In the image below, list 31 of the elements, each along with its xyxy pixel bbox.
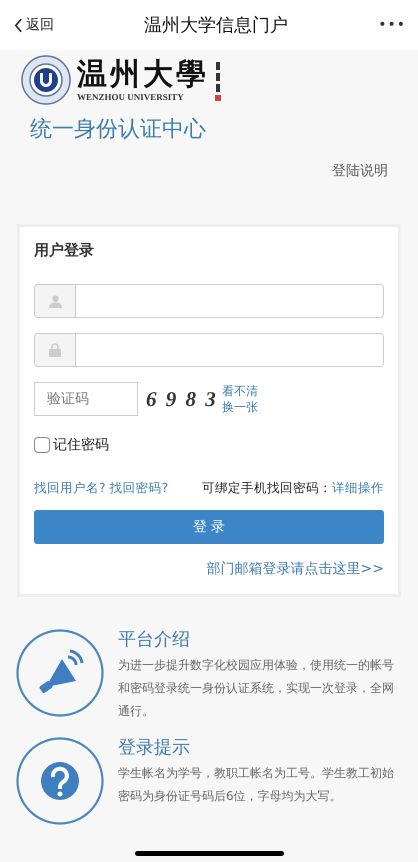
back-button[interactable]: 返回 bbox=[14, 16, 54, 34]
login-button[interactable]: 登 录 bbox=[34, 510, 384, 544]
back-chevron-icon bbox=[14, 18, 23, 32]
lock-icon bbox=[49, 343, 61, 357]
card-title: 用户登录 bbox=[34, 241, 95, 260]
recovery-link[interactable]: 找回用户名? bbox=[34, 480, 106, 497]
question-icon bbox=[16, 737, 104, 825]
department-mail-link[interactable]: 部门邮箱登录请点击这里>> bbox=[206, 560, 384, 578]
section-text: 学生帐名为学号，教职工帐名为工号。学生教工初始密码为身份证号码后6位，字母均为大写。 bbox=[118, 765, 395, 805]
captcha-field[interactable]: 验证码 bbox=[34, 382, 138, 416]
megaphone-icon bbox=[16, 629, 104, 717]
university-english-name: WENZHOU UNIVERSITY bbox=[77, 92, 185, 102]
page-title: 温州大学信息门户 bbox=[144, 14, 288, 37]
university-name: 温州大學 bbox=[77, 58, 209, 92]
refresh-captcha-link[interactable]: 看不清 换一张 bbox=[222, 383, 258, 415]
section-title: 登录提示 bbox=[118, 736, 191, 759]
university-emblem-icon bbox=[21, 55, 71, 105]
user-icon bbox=[48, 294, 62, 308]
recovery-link[interactable]: 找回密码? bbox=[110, 480, 168, 497]
details-link[interactable]: 详细操作 bbox=[332, 480, 384, 497]
username-field[interactable] bbox=[76, 284, 384, 318]
more-button[interactable]: ••• bbox=[378, 17, 406, 33]
section-title: 平台介绍 bbox=[118, 628, 191, 651]
captcha-code: 6 9 8 3 bbox=[145, 386, 218, 412]
remember-checkbox[interactable] bbox=[34, 437, 50, 453]
section-text: 为进一步提升数字化校园应用体验，使用统一的帐号和密码登录统一身份认证系统，实现一次登录，全网通行。 bbox=[118, 657, 395, 720]
login-help-link[interactable]: 登陆说明 bbox=[332, 162, 388, 180]
remember-label: 记住密码 bbox=[53, 436, 109, 454]
bind-phone-text: 可绑定手机找回密码： bbox=[202, 480, 332, 497]
password-field[interactable] bbox=[76, 333, 384, 367]
page-heading: 统一身份认证中心 bbox=[30, 116, 207, 144]
